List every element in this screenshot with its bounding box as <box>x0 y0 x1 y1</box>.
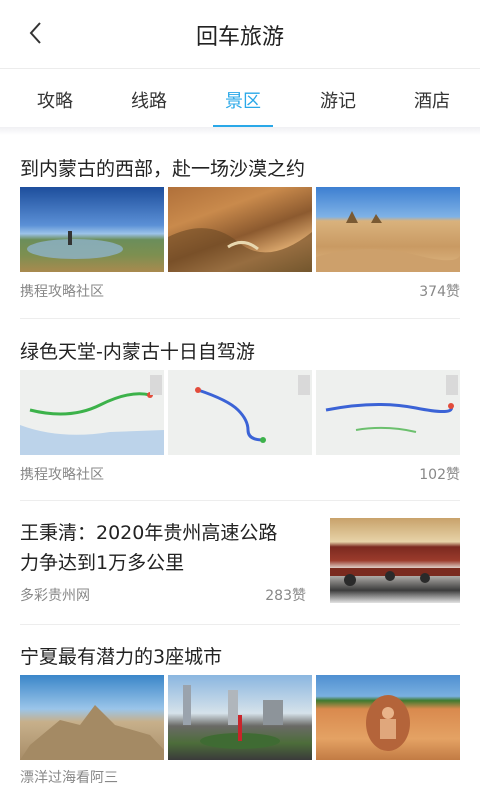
article-thumbnails <box>20 187 460 272</box>
article-title: 宁夏最有潜力的3座城市 <box>20 646 223 668</box>
tabs-shadow <box>0 127 480 135</box>
article-source: 多彩贵州网 <box>20 588 90 604</box>
divider <box>20 500 460 501</box>
article-likes: 102赞 <box>419 467 460 483</box>
article-title-line1: 王秉清：2020年贵州高速公路 <box>20 522 278 544</box>
article-image <box>316 675 460 760</box>
route-map-image <box>20 370 164 455</box>
article-thumbnails <box>20 675 460 760</box>
article-source: 携程攻略社区 <box>20 467 104 483</box>
top-bar: 回车旅游 <box>0 0 480 69</box>
divider <box>20 318 460 319</box>
category-tabs: 攻略 线路 景区 游记 酒店 <box>0 69 480 127</box>
divider <box>20 624 460 625</box>
article-card[interactable]: 王秉清：2020年贵州高速公路 力争达到1万多公里 多彩贵州网 283赞 <box>20 514 460 614</box>
article-image <box>168 675 312 760</box>
article-title: 到内蒙古的西部，赴一场沙漠之约 <box>20 158 306 180</box>
article-thumbnails <box>20 370 460 455</box>
article-title-line2: 力争达到1万多公里 <box>20 552 185 574</box>
article-image <box>20 675 164 760</box>
article-title: 绿色天堂-内蒙古十日自驾游 <box>20 341 255 363</box>
article-card[interactable]: 绿色天堂-内蒙古十日自驾游 携程攻略社区 102赞 <box>20 333 460 493</box>
article-likes: 283赞 <box>265 588 306 604</box>
article-image <box>20 187 164 272</box>
tab-routes[interactable]: 线路 <box>114 87 184 113</box>
route-map-image <box>316 370 460 455</box>
article-image <box>168 187 312 272</box>
article-image <box>316 187 460 272</box>
article-likes: 374赞 <box>419 284 460 300</box>
page-title: 回车旅游 <box>195 25 284 50</box>
tab-hotels[interactable]: 酒店 <box>397 87 467 113</box>
route-map-image <box>168 370 312 455</box>
tab-travelogues[interactable]: 游记 <box>303 87 373 113</box>
article-source: 携程攻略社区 <box>20 284 104 300</box>
article-source: 漂洋过海看阿三 <box>20 770 118 786</box>
tab-guides[interactable]: 攻略 <box>20 87 90 113</box>
article-card[interactable]: 到内蒙古的西部，赴一场沙漠之约 携程攻略社区 374赞 <box>20 150 460 310</box>
article-image <box>330 518 460 603</box>
article-card[interactable]: 宁夏最有潜力的3座城市 漂洋过海看阿三 <box>20 638 460 800</box>
tab-scenic-spots[interactable]: 景区 <box>208 87 278 113</box>
